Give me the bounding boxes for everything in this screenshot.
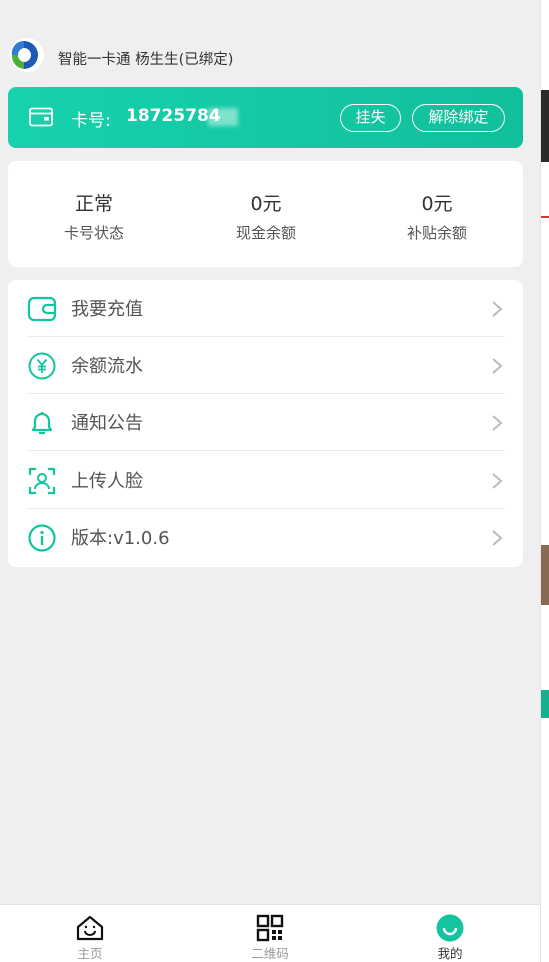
tab-label: 二维码: [251, 946, 289, 961]
header-title: 智能一卡通 杨生生(已绑定): [58, 52, 234, 68]
stat-cash-balance: 0元 现金余额: [180, 189, 352, 243]
card-icon: [29, 107, 53, 127]
menu-item-label: 余额流水: [71, 356, 143, 377]
app-logo: [10, 38, 44, 72]
menu-item-label: 我要充值: [71, 299, 143, 320]
card-number-mask: [208, 108, 238, 126]
card-number: 18725784: [126, 106, 221, 126]
home-icon: [76, 915, 104, 941]
stat-label: 现金余额: [235, 224, 296, 242]
card-banner: 卡号: 18725784 挂失 解除绑定: [8, 87, 523, 148]
stat-subsidy-balance: 0元 补贴余额: [351, 189, 523, 243]
tab-label: 主页: [77, 946, 103, 961]
menu-item-upload-face[interactable]: 上传人脸: [8, 452, 523, 509]
chevron-right-icon: [492, 473, 503, 489]
tab-label: 我的: [437, 946, 463, 961]
profile-smile-icon: [436, 914, 464, 942]
bottom-tab-bar: 主页 二维码 我的: [0, 904, 540, 962]
app-screen: 智能一卡通 杨生生(已绑定) 卡号: 18725784 挂失 解除绑定 正常 卡…: [0, 0, 540, 962]
menu-item-notices[interactable]: 通知公告: [8, 394, 523, 451]
menu-item-balance-flow[interactable]: 余额流水: [8, 337, 523, 394]
stat-label: 卡号状态: [63, 224, 124, 242]
tab-qr-code[interactable]: 二维码: [180, 905, 360, 962]
stat-value: 0元: [250, 193, 282, 215]
report-loss-button[interactable]: 挂失: [340, 104, 401, 132]
chevron-right-icon: [492, 415, 503, 431]
tab-mine[interactable]: 我的: [360, 905, 540, 962]
background-window-edge: [540, 0, 549, 962]
chevron-right-icon: [492, 358, 503, 374]
stats-panel: 正常 卡号状态 0元 现金余额 0元 补贴余额: [8, 161, 523, 267]
stat-label: 补贴余额: [406, 224, 467, 242]
stat-value: 0元: [421, 193, 453, 215]
chevron-right-icon: [492, 530, 503, 546]
info-icon: [28, 524, 56, 552]
menu-item-label: 上传人脸: [71, 471, 143, 492]
qr-code-icon: [256, 914, 284, 942]
menu-item-version[interactable]: 版本:v1.0.6: [8, 509, 523, 566]
face-scan-icon: [28, 467, 56, 495]
menu-item-label: 通知公告: [71, 413, 143, 434]
unbind-button[interactable]: 解除绑定: [412, 104, 505, 132]
stat-card-status: 正常 卡号状态: [8, 189, 180, 243]
stat-value: 正常: [74, 193, 113, 215]
chevron-right-icon: [492, 301, 503, 317]
menu-item-recharge[interactable]: 我要充值: [8, 280, 523, 337]
menu-item-label: 版本:v1.0.6: [71, 528, 170, 549]
menu-list: 我要充值 余额流水 通知公告 上传人脸 版本:v1.0.6: [8, 280, 523, 567]
tab-home[interactable]: 主页: [0, 905, 180, 962]
header: 智能一卡通 杨生生(已绑定): [0, 8, 540, 86]
bell-icon: [31, 412, 53, 435]
yen-circle-icon: [28, 352, 56, 380]
card-number-label: 卡号:: [71, 111, 111, 131]
wallet-icon: [27, 296, 57, 322]
